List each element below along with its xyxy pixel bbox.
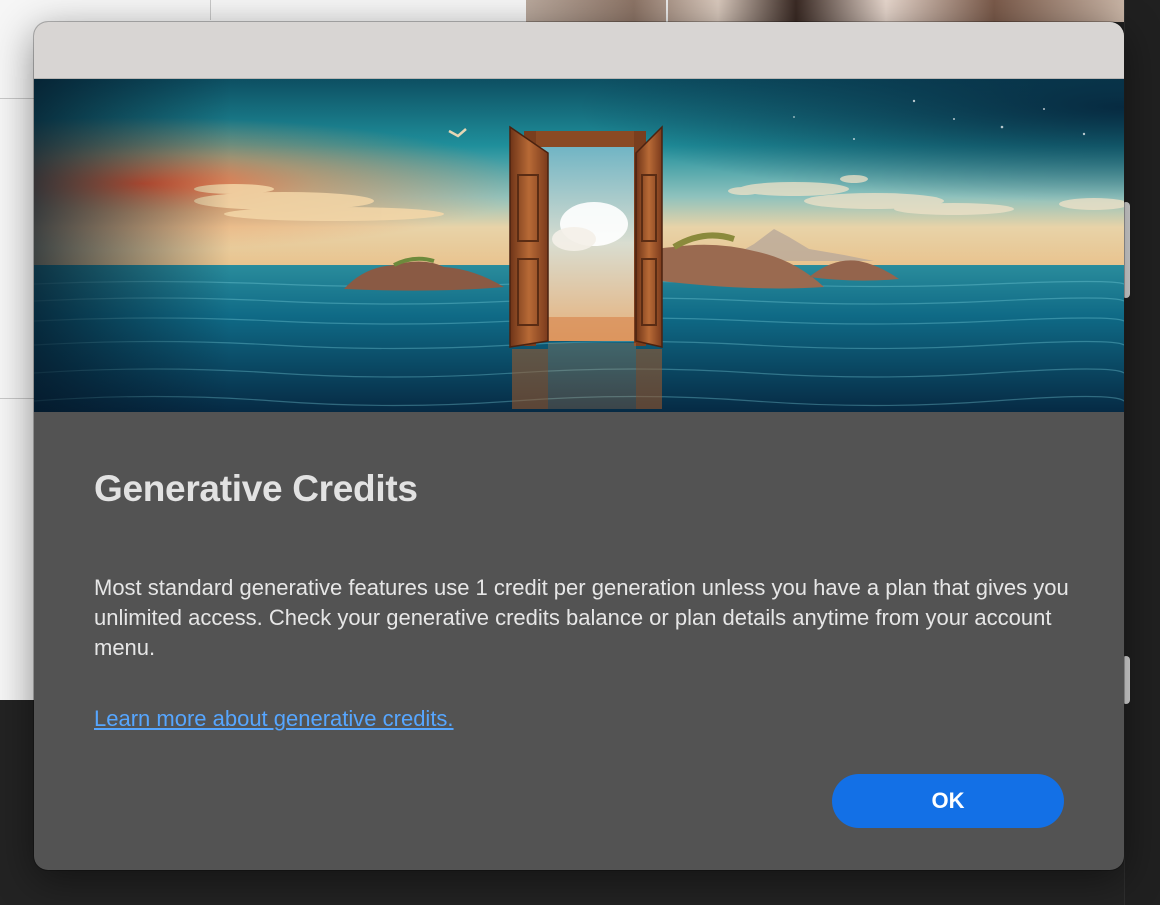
dialog-title: Generative Credits bbox=[94, 468, 418, 509]
background-grid-line bbox=[210, 0, 211, 20]
background-photo-divider bbox=[666, 0, 668, 22]
dialog-titlebar bbox=[34, 22, 1124, 79]
ok-button[interactable]: OK bbox=[832, 774, 1064, 828]
learn-more-link[interactable]: Learn more about generative credits. bbox=[94, 704, 454, 734]
background-right-panel bbox=[1124, 0, 1160, 905]
door-in-ocean-illustration bbox=[34, 79, 1124, 412]
generative-credits-dialog: Generative Credits Most standard generat… bbox=[34, 22, 1124, 870]
background-grid-line bbox=[0, 98, 34, 99]
background-grid-line bbox=[0, 398, 34, 399]
background-photo bbox=[526, 0, 1126, 22]
dialog-body-text: Most standard generative features use 1 … bbox=[94, 575, 1069, 660]
